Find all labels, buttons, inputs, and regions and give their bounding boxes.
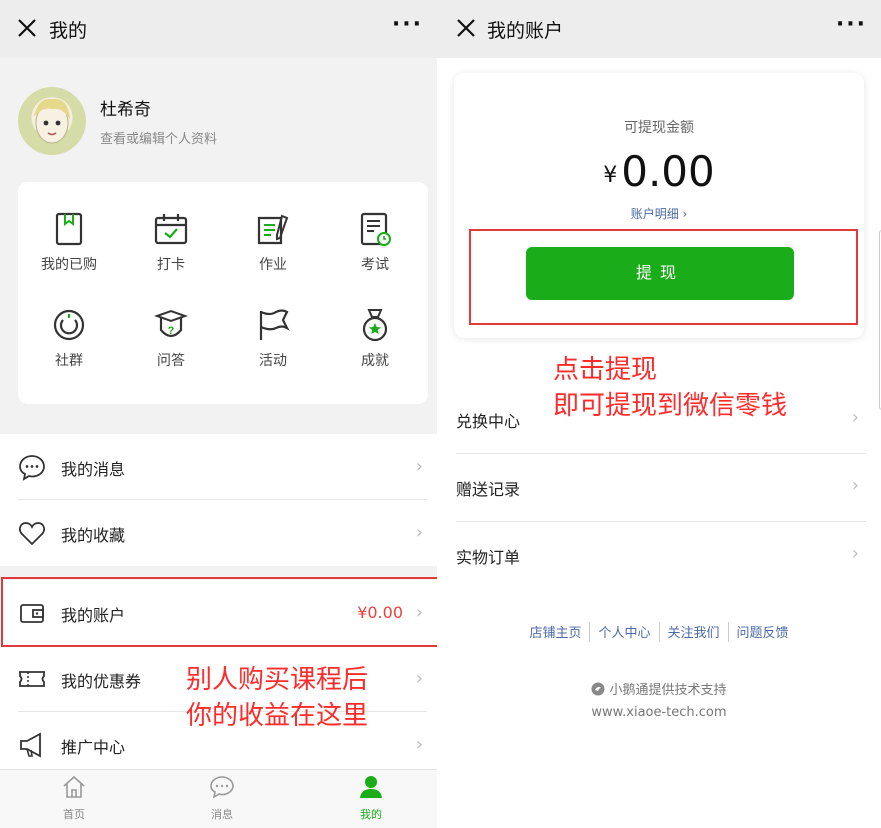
grid-item-community[interactable]: 社群 [18,308,120,388]
person-icon [360,776,382,798]
top-navbar: 我的账户 ··· [437,0,881,58]
question-cap-icon: ? [154,309,188,338]
annotation-line: 即可提现到微信零钱 [553,391,788,421]
avatar[interactable] [18,87,86,155]
edit-profile-link[interactable]: 查看或编辑个人资料 [100,128,217,147]
more-menu-button[interactable]: ··· [836,12,867,37]
tab-label: 消息 [211,808,233,821]
list-item-gift-records[interactable]: 赠送记录 › [437,454,881,522]
link-personal-center[interactable]: 个人中心 [590,622,658,641]
grid-label: 作业 [259,257,287,273]
grid-label: 考试 [361,257,389,273]
tab-me[interactable]: 我的 [331,774,411,822]
menu-item-messages[interactable]: 我的消息 › [0,434,437,500]
menu-group-1: 我的消息 › 我的收藏 › [0,434,437,566]
profile-card[interactable]: 杜希奇 查看或编辑个人资料 [0,58,437,168]
flag-icon [259,309,290,340]
close-icon[interactable] [451,13,481,43]
bottom-tabbar: 首页 消息 我的 [0,769,437,828]
chevron-right-icon: › [851,407,859,428]
annotation-line: 你的收益在这里 [186,701,369,731]
balance-label: 可提现金额 [624,120,694,136]
grid-item-checkin[interactable]: 打卡 [120,212,222,292]
grid-item-purchased[interactable]: 我的已购 [18,212,120,292]
currency-symbol: ¥ [603,163,618,188]
highlight-box-withdraw [469,229,858,325]
medal-icon [362,309,388,342]
balance-value: 0.00 [621,147,715,196]
annotation-line: 点击提现 [553,355,658,385]
heart-icon [19,522,45,546]
page-title: 我的账户 [487,20,564,42]
balance-amount: ¥0.00 [454,147,864,196]
community-ring-icon [53,309,85,341]
tab-label: 我的 [360,808,382,821]
account-details-link[interactable]: 账户明细 › [454,205,864,222]
link-follow-us[interactable]: 关注我们 [660,622,728,641]
link-feedback[interactable]: 问题反馈 [729,622,797,641]
list-item-physical-orders[interactable]: 实物订单 › [437,522,881,590]
user-name: 杜希奇 [100,100,151,120]
grid-item-homework[interactable]: 作业 [222,212,324,292]
chat-bubble-icon [19,455,45,481]
grid-item-achievement[interactable]: 成就 [324,308,426,388]
feature-grid: 我的已购 打卡 作业 考试 社群 ? 问答 活动 成就 [18,182,428,404]
xiaoe-logo-icon [591,682,605,696]
grid-label: 活动 [259,353,287,369]
menu-item-favorites[interactable]: 我的收藏 › [0,500,437,566]
annotation-line: 别人购买课程后 [186,665,369,695]
annotation-earnings: 别人购买课程后 你的收益在这里 [186,662,368,734]
menu-label: 推广中心 [61,738,126,757]
grid-item-qa[interactable]: ? 问答 [120,308,222,388]
grid-label: 问答 [157,353,185,369]
notebook-pen-icon [257,214,289,245]
grid-label: 我的已购 [41,257,97,273]
menu-label: 我的收藏 [61,526,126,545]
home-icon [63,775,85,798]
powered-text: 小鹅通提供技术支持 [609,683,727,698]
my-account-screen: 我的账户 ··· 可提现金额 ¥0.00 账户明细 › 提现 兑换中心 › 赠送… [437,0,881,828]
grid-item-activity[interactable]: 活动 [222,308,324,388]
chevron-right-icon: › [415,522,423,543]
megaphone-icon [20,732,41,758]
tab-messages[interactable]: 消息 [182,774,262,822]
list-item-label: 实物订单 [456,548,521,567]
bookmark-book-icon [55,212,83,246]
tab-home[interactable]: 首页 [34,774,114,822]
list-item-label: 兑换中心 [456,412,521,431]
grid-label: 打卡 [157,257,185,273]
chevron-right-icon: › [415,734,423,755]
tab-label: 首页 [63,808,85,821]
chevron-right-icon: › [851,475,859,496]
grid-label: 社群 [55,353,83,369]
highlight-box-account [1,577,437,647]
link-shop-home[interactable]: 店铺主页 [521,622,589,641]
grid-item-exam[interactable]: 考试 [324,212,426,292]
coupon-icon [19,671,45,687]
site-url: www.xiaoe-tech.com [591,705,727,720]
chevron-right-icon: › [415,456,423,477]
footer-links: 店铺主页 个人中心 关注我们 问题反馈 [437,622,881,642]
menu-label: 我的消息 [61,460,126,479]
svg-text:?: ? [168,325,175,337]
chevron-right-icon: › [415,668,423,689]
page-title: 我的 [49,20,88,42]
annotation-withdraw: 点击提现 即可提现到微信零钱 [553,352,787,424]
chevron-right-icon: › [851,543,859,564]
close-icon[interactable] [12,13,42,43]
menu-label: 我的优惠券 [61,672,142,691]
message-icon [210,776,234,799]
list-item-label: 赠送记录 [456,480,521,499]
more-menu-button[interactable]: ··· [392,12,423,37]
exam-paper-icon [360,212,391,246]
powered-by: 小鹅通提供技术支持 [437,679,881,698]
top-navbar: 我的 ··· [0,0,437,58]
calendar-check-icon [154,214,188,245]
my-page-screen: 我的 ··· 杜希奇 查看或编辑个人资料 我的已购 打卡 作业 考试 社群 ? … [0,0,437,828]
grid-label: 成就 [361,353,389,369]
